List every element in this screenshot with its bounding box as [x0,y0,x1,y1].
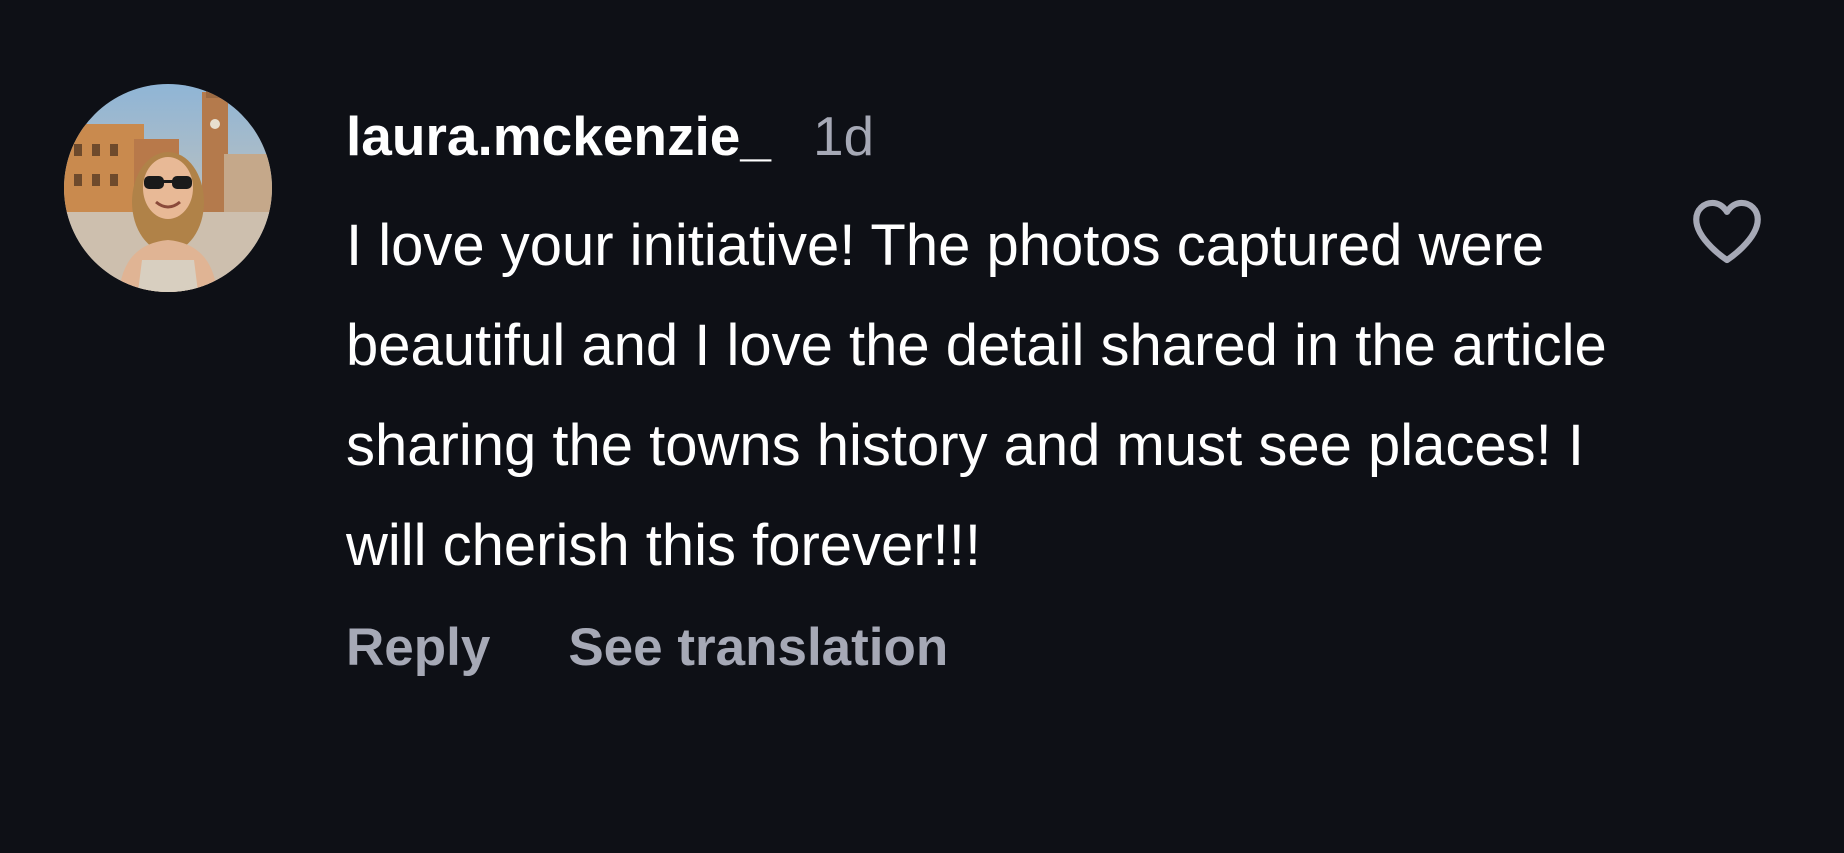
comment-header: laura.mckenzie_ 1d [346,104,1626,184]
comment-item: laura.mckenzie_ 1d I love your initiativ… [0,0,1844,853]
reply-button[interactable]: Reply [346,617,490,678]
username[interactable]: laura.mckenzie_ [346,104,771,168]
like-button[interactable] [1686,190,1768,272]
comment-text: I love your initiative! The photos captu… [346,213,1607,578]
heart-outline-icon [1693,199,1761,264]
avatar-photo-icon [64,84,272,292]
avatar[interactable] [64,84,272,292]
see-translation-button[interactable]: See translation [568,617,948,678]
comment-actions: Reply See translation [346,602,1626,692]
comment-body: laura.mckenzie_ 1d I love your initiativ… [346,104,1626,692]
timestamp: 1d [812,105,875,167]
